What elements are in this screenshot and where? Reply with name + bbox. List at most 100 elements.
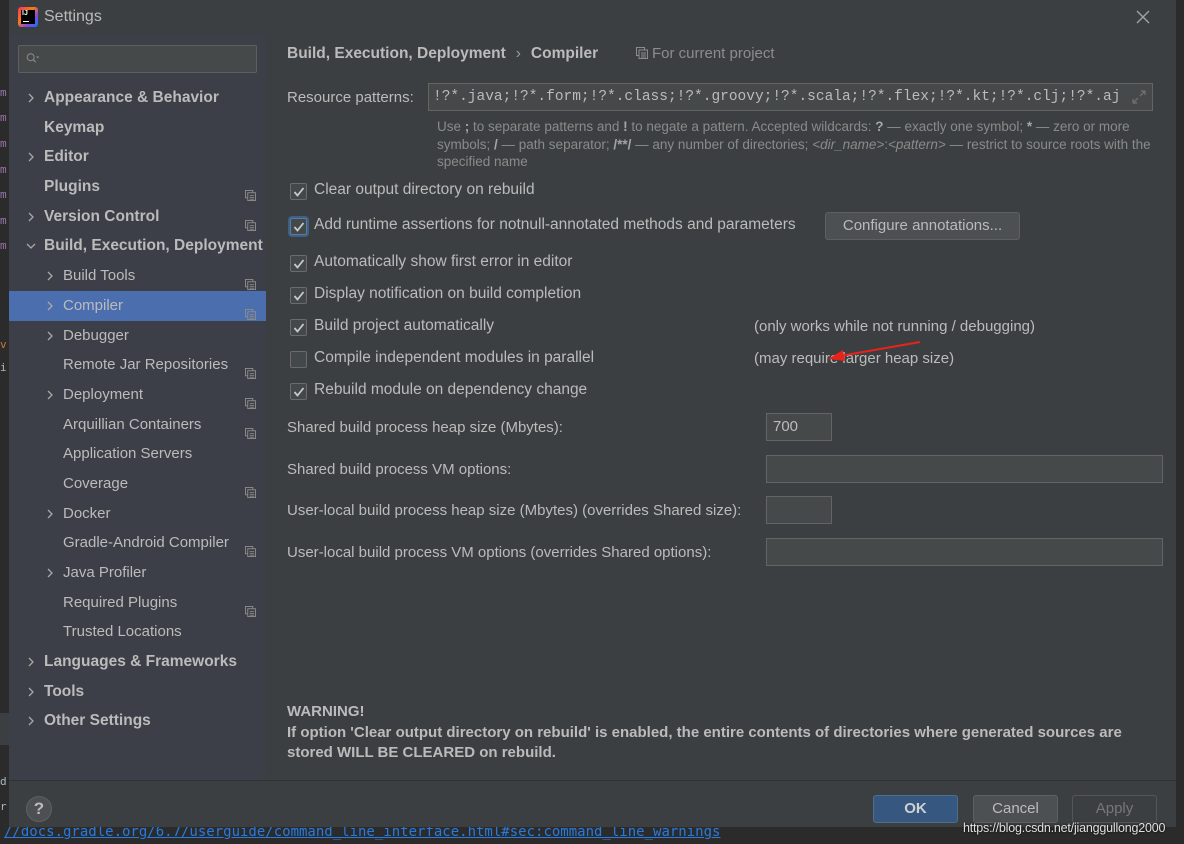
sidebar-item-label: Build Tools bbox=[63, 267, 136, 285]
chevron-right-icon[interactable] bbox=[44, 291, 56, 321]
checkbox-checked[interactable] bbox=[290, 255, 307, 272]
checkbox-checked[interactable] bbox=[290, 218, 307, 235]
resource-patterns-label: Resource patterns: bbox=[287, 89, 414, 106]
settings-sidebar: Appearance & Behavior Keymap Editor Plugins… bbox=[9, 34, 266, 780]
warning-message: WARNING! If option 'Clear output directo… bbox=[287, 702, 1167, 764]
sidebar-item-coverage[interactable]: Coverage bbox=[9, 469, 266, 499]
breadcrumb-item-current: Compiler bbox=[530, 45, 599, 62]
sidebar-item-version-control[interactable]: Version Control bbox=[9, 202, 266, 232]
sidebar-item-label: Docker bbox=[63, 504, 111, 522]
cancel-button[interactable]: Cancel bbox=[973, 795, 1058, 823]
chevron-right-icon[interactable] bbox=[25, 677, 37, 707]
check-icon bbox=[293, 259, 305, 269]
background-editor-gutter: m m m m m m m v i d r bbox=[0, 0, 9, 844]
breadcrumb-item[interactable]: Build, Execution, Deployment bbox=[287, 45, 506, 62]
chevron-right-icon[interactable] bbox=[25, 83, 37, 113]
help-button[interactable]: ? bbox=[26, 796, 52, 822]
sidebar-item-label: Trusted Locations bbox=[63, 623, 182, 641]
expand-icon[interactable] bbox=[1132, 90, 1146, 104]
shared-heap-size-label: Shared build process heap size (Mbytes): bbox=[287, 419, 563, 436]
project-scope-icon bbox=[245, 479, 256, 498]
sidebar-item-label: Keymap bbox=[44, 118, 105, 136]
checkbox-unchecked[interactable] bbox=[290, 351, 307, 368]
project-scope-icon bbox=[245, 360, 256, 380]
checkbox-checked[interactable] bbox=[290, 383, 307, 400]
sidebar-item-compiler[interactable]: Compiler bbox=[9, 290, 266, 321]
user-local-heap-size-input[interactable] bbox=[766, 496, 832, 524]
close-button[interactable] bbox=[1132, 6, 1154, 28]
sidebar-item-arquillian-containers[interactable]: Arquillian Containers bbox=[9, 410, 266, 440]
sidebar-item-keymap[interactable]: Keymap bbox=[9, 113, 266, 143]
sidebar-item-label: Compiler bbox=[63, 296, 124, 314]
checkbox-checked[interactable] bbox=[290, 287, 307, 304]
sidebar-item-label: Languages & Frameworks bbox=[44, 653, 237, 671]
sidebar-item-required-plugins[interactable]: Required Plugins bbox=[9, 588, 266, 618]
checkbox-checked[interactable] bbox=[290, 319, 307, 336]
chevron-right-icon[interactable] bbox=[25, 142, 37, 172]
chevron-right-icon[interactable] bbox=[44, 321, 56, 351]
chevron-right-icon[interactable] bbox=[25, 202, 37, 232]
sidebar-item-build-execution-deployment[interactable]: Build, Execution, Deployment bbox=[9, 231, 266, 261]
sidebar-item-label: Editor bbox=[44, 148, 89, 166]
sidebar-item-deployment[interactable]: Deployment bbox=[9, 380, 266, 410]
chevron-right-icon[interactable] bbox=[44, 261, 56, 291]
check-icon bbox=[293, 222, 305, 232]
sidebar-item-label: Java Profiler bbox=[63, 564, 147, 581]
gutter-mark: m bbox=[0, 163, 7, 176]
chevron-right-icon[interactable] bbox=[44, 499, 56, 529]
settings-search-input[interactable] bbox=[18, 45, 257, 73]
sidebar-item-label: Debugger bbox=[63, 326, 129, 344]
sidebar-item-docker[interactable]: Docker bbox=[9, 499, 266, 529]
checkbox-label: Display notification on build completion bbox=[314, 285, 582, 302]
apply-button[interactable]: Apply bbox=[1072, 795, 1157, 823]
check-icon bbox=[293, 291, 305, 301]
console-link[interactable]: //docs.gradle.org/6.7/userguide/command_… bbox=[4, 826, 720, 840]
settings-tree: Appearance & Behavior Keymap Editor Plugins… bbox=[9, 83, 266, 736]
sidebar-item-label: Plugins bbox=[44, 178, 100, 196]
chevron-right-icon[interactable] bbox=[44, 380, 56, 410]
sidebar-item-languages-frameworks[interactable]: Languages & Frameworks bbox=[9, 647, 266, 677]
sidebar-item-plugins[interactable]: Plugins bbox=[9, 172, 266, 202]
close-icon bbox=[1136, 10, 1150, 24]
configure-annotations-button[interactable]: Configure annotations... bbox=[825, 212, 1020, 240]
ok-button[interactable]: OK bbox=[873, 795, 958, 823]
annotation-arrow-icon bbox=[828, 341, 921, 361]
dialog-title: Settings bbox=[44, 8, 102, 25]
chevron-right-icon[interactable] bbox=[25, 647, 37, 677]
sidebar-item-tools[interactable]: Tools bbox=[9, 677, 266, 707]
checkbox-label: Clear output directory on rebuild bbox=[314, 181, 535, 198]
shared-vm-options-input[interactable] bbox=[766, 455, 1163, 483]
sidebar-item-label: Other Settings bbox=[44, 712, 151, 730]
checkbox-label: Automatically show first error in editor bbox=[314, 253, 573, 270]
sidebar-item-label: Required Plugins bbox=[63, 593, 178, 611]
sidebar-item-label: Version Control bbox=[44, 207, 160, 225]
chevron-down-icon[interactable] bbox=[25, 231, 37, 261]
sidebar-item-label: Coverage bbox=[63, 474, 129, 492]
user-local-vm-options-input[interactable] bbox=[766, 538, 1163, 566]
project-scope-icon bbox=[245, 271, 256, 291]
breadcrumb-separator: › bbox=[515, 45, 521, 62]
sidebar-item-other-settings[interactable]: Other Settings bbox=[9, 706, 266, 736]
sidebar-item-application-servers[interactable]: Application Servers bbox=[9, 439, 266, 469]
sidebar-item-java-profiler[interactable]: Java Profiler bbox=[9, 558, 266, 588]
shared-heap-size-input[interactable]: 700 bbox=[766, 413, 832, 441]
dialog-footer: ? OK Cancel Apply bbox=[9, 780, 1176, 827]
sidebar-item-label: Remote Jar Repositories bbox=[63, 356, 229, 374]
sidebar-item-editor[interactable]: Editor bbox=[9, 142, 266, 172]
sidebar-item-remote-jar-repositories[interactable]: Remote Jar Repositories bbox=[9, 350, 266, 380]
check-icon bbox=[293, 387, 305, 397]
warning-title: WARNING! bbox=[287, 703, 365, 720]
intellij-idea-icon: IJ bbox=[18, 7, 38, 27]
sidebar-item-appearance-behavior[interactable]: Appearance & Behavior bbox=[9, 83, 266, 113]
chevron-right-icon[interactable] bbox=[44, 558, 56, 588]
sidebar-item-gradle-android-compiler[interactable]: Gradle-Android Compiler bbox=[9, 528, 266, 558]
sidebar-item-debugger[interactable]: Debugger bbox=[9, 321, 266, 351]
project-scope-icon bbox=[245, 182, 256, 202]
chevron-right-icon[interactable] bbox=[25, 706, 37, 736]
resource-patterns-input[interactable]: !?*.java;!?*.form;!?*.class;!?*.groovy;!… bbox=[428, 83, 1153, 111]
project-scope-icon bbox=[245, 598, 256, 617]
sidebar-item-build-tools[interactable]: Build Tools bbox=[9, 261, 266, 291]
sidebar-item-trusted-locations[interactable]: Trusted Locations bbox=[9, 617, 266, 647]
checkbox-checked[interactable] bbox=[290, 183, 307, 200]
check-icon bbox=[293, 187, 305, 197]
